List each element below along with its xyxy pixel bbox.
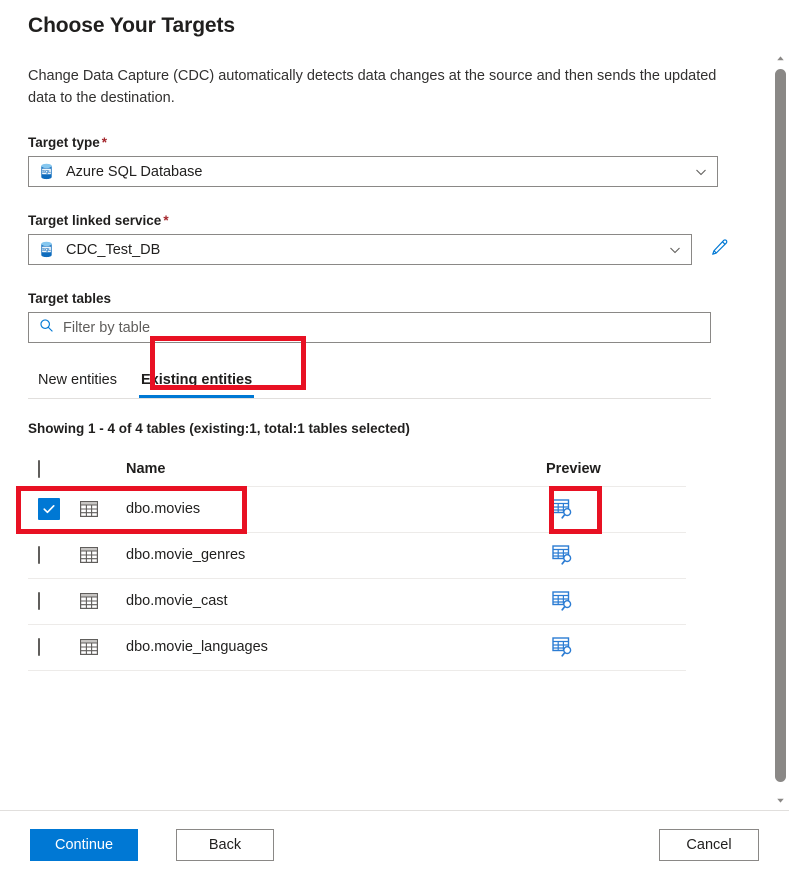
table-row[interactable]: dbo.movie_cast <box>28 578 686 624</box>
showing-status-text: Showing 1 - 4 of 4 tables (existing:1, t… <box>28 421 410 436</box>
row-select-cell <box>28 532 80 578</box>
target-type-required-marker: * <box>101 135 108 150</box>
row-preview-cell <box>546 578 686 624</box>
chevron-down-icon[interactable] <box>695 166 707 178</box>
preview-table-icon[interactable] <box>546 636 686 658</box>
target-type-value: Azure SQL Database <box>66 163 203 180</box>
target-type-label-text: Target type <box>28 135 100 150</box>
table-row[interactable]: dbo.movies <box>28 486 686 532</box>
preview-table-icon[interactable] <box>546 544 686 566</box>
row-icon-cell <box>80 578 126 624</box>
header-icon-cell <box>80 458 126 486</box>
vertical-scrollbar[interactable] <box>772 50 789 809</box>
target-linked-service-required-marker: * <box>163 213 169 228</box>
target-linked-service-value: CDC_Test_DB <box>66 241 161 258</box>
scrollbar-track[interactable] <box>772 67 789 792</box>
header-select-all-cell <box>28 458 80 486</box>
scrollable-content-area: Choose Your Targets Change Data Capture … <box>0 0 760 810</box>
pencil-icon <box>710 238 729 262</box>
scroll-down-arrow-icon[interactable] <box>772 792 789 809</box>
table-head: Name Preview <box>28 458 686 486</box>
page-description: Change Data Capture (CDC) automatically … <box>28 68 717 106</box>
row-icon-cell <box>80 486 126 532</box>
table-body: dbo.movies dbo.movie_genres dbo.movie_ca… <box>28 486 686 670</box>
row-icon-cell <box>80 624 126 670</box>
edit-linked-service-button[interactable] <box>706 237 732 263</box>
target-tables-table: Name Preview dbo.movies dbo.movie_genres… <box>28 458 686 671</box>
page-title: Choose Your Targets <box>28 14 235 37</box>
entities-tabs: New entities Existing entities <box>28 361 711 399</box>
row-checkbox[interactable] <box>38 498 60 520</box>
target-linked-service-row: SQL CDC_Test_DB <box>28 234 732 265</box>
table-filter-searchbox[interactable]: Filter by table <box>28 312 711 343</box>
azure-sql-database-icon: SQL <box>38 163 55 180</box>
search-icon <box>39 318 54 338</box>
row-select-cell <box>28 486 80 532</box>
target-linked-service-label-text: Target linked service <box>28 213 162 228</box>
target-type-row: SQL Azure SQL Database <box>28 156 732 187</box>
row-preview-cell <box>546 486 686 532</box>
row-name: dbo.movie_genres <box>126 547 246 563</box>
target-type-label: Target type * <box>28 135 732 150</box>
continue-button[interactable]: Continue <box>30 829 138 861</box>
table-grid-icon <box>80 593 126 609</box>
target-type-dropdown[interactable]: SQL Azure SQL Database <box>28 156 718 187</box>
table-grid-icon <box>80 547 126 563</box>
table-grid-icon <box>80 639 126 655</box>
back-button[interactable]: Back <box>176 829 274 861</box>
row-name: dbo.movie_languages <box>126 639 268 655</box>
row-name: dbo.movie_cast <box>126 593 228 609</box>
column-header-preview: Preview <box>546 460 601 477</box>
svg-text:SQL: SQL <box>42 169 51 174</box>
svg-text:SQL: SQL <box>42 247 51 252</box>
table-row[interactable]: dbo.movie_languages <box>28 624 686 670</box>
target-linked-service-dropdown[interactable]: SQL CDC_Test_DB <box>28 234 692 265</box>
select-all-checkbox[interactable] <box>38 459 40 478</box>
azure-sql-database-icon: SQL <box>38 241 55 258</box>
row-checkbox[interactable] <box>38 592 40 610</box>
row-checkbox[interactable] <box>38 638 40 656</box>
tab-existing-entities-label: Existing entities <box>140 371 253 388</box>
tab-new-entities[interactable]: New entities <box>28 371 129 399</box>
preview-table-icon[interactable] <box>546 498 686 520</box>
tab-new-entities-label: New entities <box>38 371 117 388</box>
row-preview-cell <box>546 532 686 578</box>
table-grid-icon <box>80 501 126 517</box>
entities-tabs-container: New entities Existing entities <box>28 361 711 399</box>
scroll-up-arrow-icon[interactable] <box>772 50 789 67</box>
cancel-button[interactable]: Cancel <box>659 829 759 861</box>
column-header-name: Name <box>126 460 166 477</box>
row-checkbox[interactable] <box>38 546 40 564</box>
row-select-cell <box>28 578 80 624</box>
tab-existing-entities[interactable]: Existing entities <box>129 371 264 399</box>
scrollbar-thumb[interactable] <box>775 69 786 782</box>
row-preview-cell <box>546 624 686 670</box>
row-icon-cell <box>80 532 126 578</box>
preview-table-icon[interactable] <box>546 590 686 612</box>
target-linked-service-label: Target linked service * <box>28 213 732 228</box>
table-header-row: Name Preview <box>28 458 686 486</box>
row-name: dbo.movies <box>126 501 201 517</box>
row-select-cell <box>28 624 80 670</box>
dialog-footer: Continue Back Cancel <box>0 810 789 879</box>
choose-targets-panel: Choose Your Targets Change Data Capture … <box>0 0 789 879</box>
table-filter-placeholder: Filter by table <box>63 319 151 336</box>
chevron-down-icon[interactable] <box>669 244 681 256</box>
table-row[interactable]: dbo.movie_genres <box>28 532 686 578</box>
target-tables-label: Target tables <box>28 291 112 306</box>
